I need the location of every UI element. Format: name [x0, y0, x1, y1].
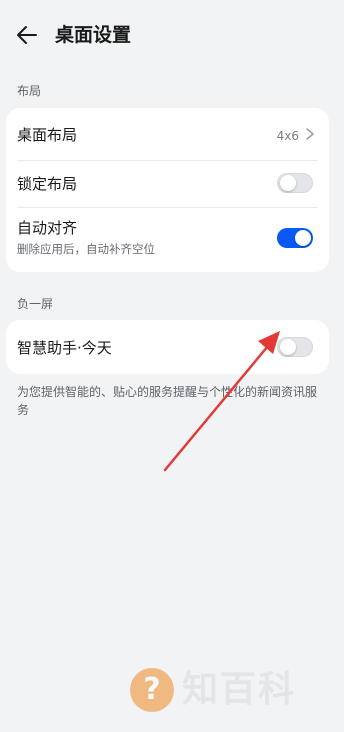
auto-align-subtitle: 删除应用后，自动补齐空位: [17, 242, 155, 256]
section-label-minus-one-screen: 负一屏: [17, 297, 54, 311]
smart-assistant-description: 为您提供智能的、贴心的服务提醒与个性化的新闻资讯服务: [17, 385, 318, 417]
desktop-layout-row[interactable]: 桌面布局 4x6: [6, 108, 329, 160]
desktop-layout-value: 4x6: [276, 129, 299, 143]
question-circle-icon: ?: [130, 668, 174, 712]
lock-layout-toggle[interactable]: [277, 173, 313, 193]
desktop-layout-title: 桌面布局: [17, 126, 78, 144]
smart-assistant-row: 智慧助手·今天: [6, 320, 329, 374]
auto-align-toggle[interactable]: [277, 228, 313, 248]
auto-align-title: 自动对齐: [17, 219, 78, 237]
layout-card: 桌面布局 4x6 锁定布局 自动对齐 删除应用后，自动补齐空位: [6, 108, 329, 272]
toggle-knob: [295, 230, 311, 246]
arrow-left-icon[interactable]: [14, 22, 40, 48]
toggle-knob: [280, 175, 296, 191]
watermark-logo: ? 知百科: [130, 668, 330, 720]
toggle-knob: [280, 339, 296, 355]
header: 桌面设置: [0, 0, 344, 70]
auto-align-row: 自动对齐 删除应用后，自动补齐空位: [6, 208, 329, 272]
page-title: 桌面设置: [55, 24, 132, 46]
chevron-right-icon: [306, 128, 314, 140]
minus-one-screen-card: 智慧助手·今天: [6, 320, 329, 374]
section-label-layout: 布局: [17, 84, 42, 98]
lock-layout-row: 锁定布局: [6, 161, 329, 207]
lock-layout-title: 锁定布局: [17, 175, 78, 193]
smart-assistant-title: 智慧助手·今天: [17, 339, 112, 357]
watermark-text: 知百科: [182, 669, 297, 710]
smart-assistant-toggle[interactable]: [277, 337, 313, 357]
